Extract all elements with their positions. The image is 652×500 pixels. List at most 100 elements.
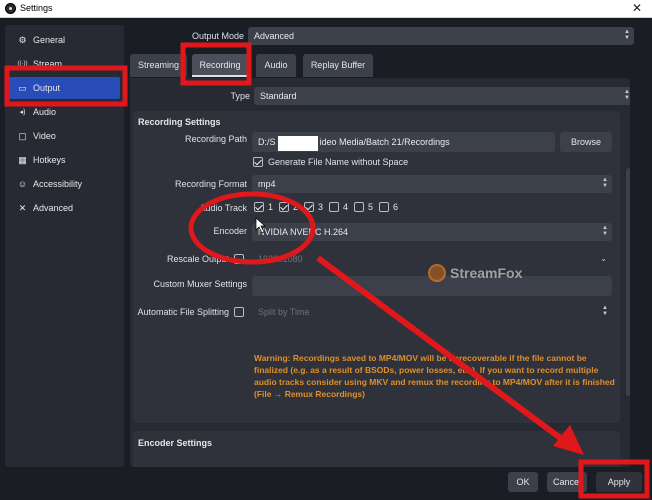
title-bar: Settings ✕	[0, 0, 652, 18]
output-settings-panel: Output Mode Advanced ▲ ▼ Streaming Record…	[130, 22, 638, 467]
output-mode-value: Advanced	[254, 31, 295, 41]
track-number: 1	[268, 202, 274, 212]
auto-split-select[interactable]: Split by Time ▲ ▼	[252, 303, 612, 321]
spinner-arrows-icon: ▲ ▼	[624, 89, 630, 101]
audio-track-group: 1 2 3 4 5 6	[254, 202, 414, 214]
obs-app-icon	[5, 3, 16, 14]
speaker-icon: ◂)	[19, 109, 26, 116]
sidebar-item-advanced[interactable]: ✕ Advanced	[9, 197, 120, 219]
audio-track-label: Audio Track	[199, 203, 247, 213]
apply-button[interactable]: Apply	[596, 472, 642, 492]
window-title: Settings	[20, 3, 53, 13]
track-number: 4	[343, 202, 349, 212]
audio-track-2[interactable]: 2	[279, 202, 298, 212]
sidebar-item-label: Accessibility	[33, 179, 83, 189]
gen-filename-option[interactable]: Generate File Name without Space	[253, 157, 408, 167]
close-icon[interactable]: ✕	[632, 1, 642, 15]
type-select[interactable]: Standard ▲ ▼	[254, 87, 630, 105]
sidebar-item-hotkeys[interactable]: ▦ Hotkeys	[9, 149, 120, 171]
track-checkbox[interactable]	[254, 202, 264, 212]
tab-replay-buffer[interactable]: Replay Buffer	[303, 54, 373, 77]
encoder-settings-title: Encoder Settings	[138, 438, 213, 448]
output-icon: ▭	[18, 82, 27, 93]
rescale-output-checkbox[interactable]	[234, 254, 244, 264]
keyboard-icon: ▦	[18, 154, 27, 165]
recording-format-label: Recording Format	[174, 179, 247, 189]
sidebar-item-video[interactable]: ▢ Video	[9, 125, 120, 147]
track-checkbox[interactable]	[304, 202, 314, 212]
spinner-arrows-icon: ▲ ▼	[602, 305, 608, 317]
track-checkbox[interactable]	[354, 202, 364, 212]
audio-track-1[interactable]: 1	[254, 202, 273, 212]
type-label: Type	[230, 91, 250, 101]
sidebar-item-label: Video	[33, 131, 56, 141]
spinner-arrows-icon: ▲ ▼	[624, 29, 630, 41]
browse-button[interactable]: Browse	[560, 132, 612, 152]
rescale-output-label: Rescale Output	[166, 254, 229, 264]
recording-tab-pane: Type Standard ▲ ▼ Recording Settings Reco…	[130, 78, 630, 467]
chevron-down-icon: ⌄	[600, 254, 607, 263]
encoder-select[interactable]: NVIDIA NVENC H.264 ▲ ▼	[252, 223, 612, 241]
auto-split-value: Split by Time	[258, 307, 310, 317]
ok-button[interactable]: OK	[508, 472, 538, 492]
audio-track-4[interactable]: 4	[329, 202, 348, 212]
sidebar-item-label: General	[33, 35, 66, 45]
gen-filename-label: Generate File Name without Space	[268, 157, 409, 167]
track-checkbox[interactable]	[379, 202, 389, 212]
path-suffix: ideo Media/Batch 21/Recordings	[319, 137, 450, 147]
audio-track-3[interactable]: 3	[304, 202, 323, 212]
audio-track-5[interactable]: 5	[354, 202, 373, 212]
recording-format-select[interactable]: mp4 ▲ ▼	[252, 175, 612, 193]
sidebar-item-stream[interactable]: ((·)) Stream	[9, 53, 120, 75]
encoder-value: NVIDIA NVENC H.264	[258, 227, 349, 237]
spinner-arrows-icon: ▲ ▼	[602, 225, 608, 237]
cancel-button[interactable]: Cancel	[547, 472, 587, 492]
mp4-warning-text: Warning: Recordings saved to MP4/MOV wil…	[254, 353, 615, 399]
sidebar-item-general[interactable]: ⚙ General	[9, 29, 120, 51]
rescale-output-value: 1920x1080	[258, 254, 303, 264]
sidebar-item-label: Stream	[33, 59, 63, 69]
spinner-arrows-icon: ▲ ▼	[602, 177, 608, 189]
sidebar-item-label: Audio	[33, 107, 57, 117]
type-value: Standard	[260, 91, 297, 101]
track-number: 2	[293, 202, 299, 212]
encoder-settings-group: Encoder Settings	[133, 431, 620, 467]
accessibility-icon: ☺	[17, 179, 28, 189]
track-number: 6	[393, 202, 399, 212]
track-checkbox[interactable]	[279, 202, 289, 212]
stream-icon: ((·))	[17, 61, 28, 67]
tab-streaming[interactable]: Streaming	[130, 54, 187, 77]
audio-track-6[interactable]: 6	[379, 202, 398, 212]
streamfox-logo-icon	[428, 264, 446, 282]
auto-split-label: Automatic File Splitting	[137, 307, 229, 317]
sidebar-item-output[interactable]: ▭ Output	[9, 77, 120, 99]
gen-filename-checkbox[interactable]	[253, 157, 263, 167]
streamfox-watermark: StreamFox	[428, 264, 522, 282]
path-prefix: D:/S	[258, 137, 276, 147]
tab-recording[interactable]: Recording	[192, 54, 248, 77]
scrollbar[interactable]	[626, 168, 630, 396]
sidebar-item-label: Hotkeys	[33, 155, 66, 165]
recording-format-value: mp4	[258, 179, 276, 189]
redaction-box	[278, 136, 318, 151]
tab-audio[interactable]: Audio	[256, 54, 296, 77]
sidebar-item-label: Output	[33, 83, 61, 93]
recording-path-label: Recording Path	[184, 134, 247, 144]
track-number: 5	[368, 202, 374, 212]
monitor-icon: ▢	[18, 130, 27, 141]
sidebar-item-label: Advanced	[33, 203, 74, 213]
sidebar-item-audio[interactable]: ◂) Audio	[9, 101, 120, 123]
wrench-icon: ✕	[18, 202, 27, 213]
auto-split-checkbox[interactable]	[234, 307, 244, 317]
track-number: 3	[318, 202, 324, 212]
output-mode-label: Output Mode	[191, 31, 244, 41]
settings-sidebar: ⚙ General ((·)) Stream ▭ Output ◂) Audio…	[5, 25, 124, 467]
output-mode-select[interactable]: Advanced ▲ ▼	[248, 27, 634, 45]
gear-icon: ⚙	[18, 34, 27, 45]
track-checkbox[interactable]	[329, 202, 339, 212]
recording-settings-title: Recording Settings	[138, 117, 221, 127]
watermark-text: StreamFox	[450, 265, 523, 281]
custom-muxer-label: Custom Muxer Settings	[153, 279, 247, 289]
encoder-label: Encoder	[213, 226, 247, 236]
sidebar-item-accessibility[interactable]: ☺ Accessibility	[9, 173, 120, 195]
